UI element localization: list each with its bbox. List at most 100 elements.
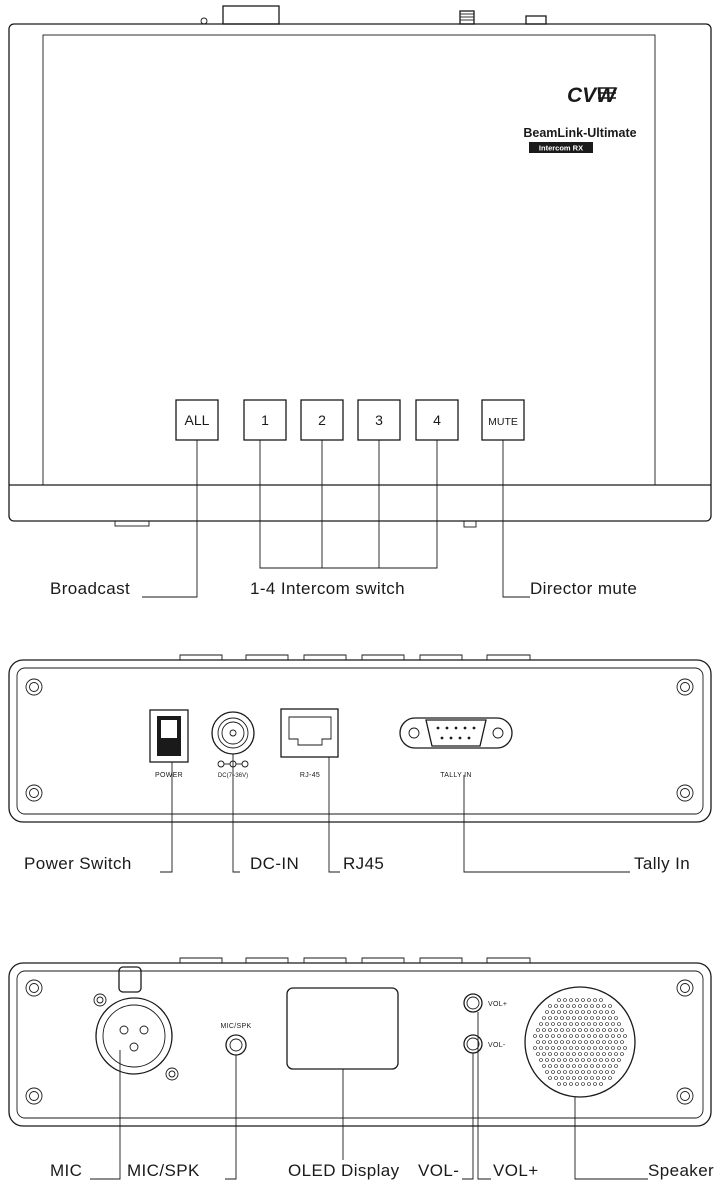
leader-rj45 — [328, 757, 340, 873]
leader-director — [502, 440, 530, 598]
button-all[interactable]: ALL — [175, 399, 219, 441]
grille-hole — [572, 1076, 576, 1080]
grille-hole — [560, 1052, 564, 1056]
grille-hole — [569, 1082, 573, 1086]
grille-hole — [581, 998, 585, 1002]
grille-hole — [551, 1046, 555, 1050]
grille-hole — [581, 1046, 585, 1050]
grille-hole — [593, 1046, 597, 1050]
power-label: POWER — [155, 772, 183, 779]
grille-hole — [539, 1034, 543, 1038]
grille-hole — [566, 1004, 570, 1008]
leader-broadcast — [142, 440, 198, 598]
grille-hole — [557, 1058, 561, 1062]
grille-hole — [569, 1010, 573, 1014]
grille-hole — [557, 1082, 561, 1086]
grille-hole — [563, 1010, 567, 1014]
grille-hole — [593, 1022, 597, 1026]
grille-hole — [569, 1070, 573, 1074]
rj45-port — [280, 708, 339, 758]
grille-hole — [572, 1040, 576, 1044]
grille-hole — [596, 1064, 600, 1068]
grille-hole — [557, 1022, 561, 1026]
grille-hole — [617, 1034, 621, 1038]
grille-hole — [608, 1004, 612, 1008]
grille-hole — [563, 1022, 567, 1026]
speaker-grille — [524, 986, 636, 1098]
grille-hole — [602, 1028, 606, 1032]
button-2[interactable]: 2 — [300, 399, 344, 441]
grille-hole — [536, 1028, 540, 1032]
grille-hole — [566, 1040, 570, 1044]
grille-hole — [539, 1022, 543, 1026]
power-switch[interactable] — [149, 709, 189, 763]
button-4[interactable]: 4 — [415, 399, 459, 441]
button-3[interactable]: 3 — [357, 399, 401, 441]
button-2-label: 2 — [318, 412, 326, 428]
grille-hole — [578, 1064, 582, 1068]
button-mute[interactable]: MUTE — [481, 399, 525, 441]
leader-micspk — [225, 1055, 237, 1180]
screw-icon — [676, 784, 694, 802]
grille-hole — [575, 1034, 579, 1038]
grille-hole — [617, 1046, 621, 1050]
callout-director-mute: Director mute — [530, 579, 637, 598]
vol-plus-label: VOL+ — [488, 1001, 507, 1008]
grille-hole — [575, 1082, 579, 1086]
grille-hole — [539, 1046, 543, 1050]
grille-hole — [536, 1040, 540, 1044]
xlr-mic-connector — [93, 966, 179, 1081]
micspk-jack — [225, 1034, 247, 1056]
grille-hole — [617, 1058, 621, 1062]
grille-hole — [599, 1010, 603, 1014]
vol-plus-button[interactable] — [463, 993, 483, 1013]
grille-hole — [602, 1076, 606, 1080]
micspk-panel-label: MIC/SPK — [221, 1023, 252, 1030]
screw-icon — [25, 1087, 43, 1105]
grille-hole — [548, 1040, 552, 1044]
grille-hole — [584, 1028, 588, 1032]
screw-icon — [676, 678, 694, 696]
grille-hole — [590, 1004, 594, 1008]
grille-hole — [581, 1022, 585, 1026]
top-view: CVW BeamLink-Ultimate Intercom RX ALL 1 … — [8, 5, 712, 598]
grille-hole — [542, 1040, 546, 1044]
grille-hole — [557, 1034, 561, 1038]
grille-hole — [596, 1016, 600, 1020]
grille-hole — [578, 1028, 582, 1032]
grille-hole — [605, 1010, 609, 1014]
button-1-label: 1 — [261, 412, 269, 428]
grille-hole — [566, 1028, 570, 1032]
grille-hole — [581, 1058, 585, 1062]
grille-hole — [605, 1046, 609, 1050]
grille-hole — [575, 1022, 579, 1026]
screw-icon — [25, 979, 43, 997]
grille-hole — [557, 1070, 561, 1074]
grille-hole — [584, 1052, 588, 1056]
callout-speaker: Speaker — [648, 1161, 714, 1180]
grille-hole — [560, 1004, 564, 1008]
leader-dc — [232, 754, 240, 873]
grille-hole — [554, 1028, 558, 1032]
grille-hole — [602, 1040, 606, 1044]
grille-hole — [548, 1004, 552, 1008]
button-1[interactable]: 1 — [243, 399, 287, 441]
grille-hole — [578, 1016, 582, 1020]
grille-hole — [575, 1010, 579, 1014]
grille-hole — [569, 1058, 573, 1062]
grille-hole — [578, 1052, 582, 1056]
callout-vol-minus: VOL- — [418, 1161, 459, 1180]
grille-hole — [611, 1070, 615, 1074]
brand-logo: CVW — [567, 84, 618, 107]
grille-hole — [593, 1010, 597, 1014]
grille-hole — [590, 1028, 594, 1032]
grille-hole — [623, 1034, 627, 1038]
callout-intercom-switch: 1-4 Intercom switch — [250, 579, 405, 598]
screw-icon — [676, 1087, 694, 1105]
screw-icon — [25, 784, 43, 802]
grille-hole — [590, 1016, 594, 1020]
vol-minus-button[interactable] — [463, 1034, 483, 1054]
grille-hole — [569, 1046, 573, 1050]
grille-hole — [605, 1034, 609, 1038]
grille-hole — [572, 1064, 576, 1068]
